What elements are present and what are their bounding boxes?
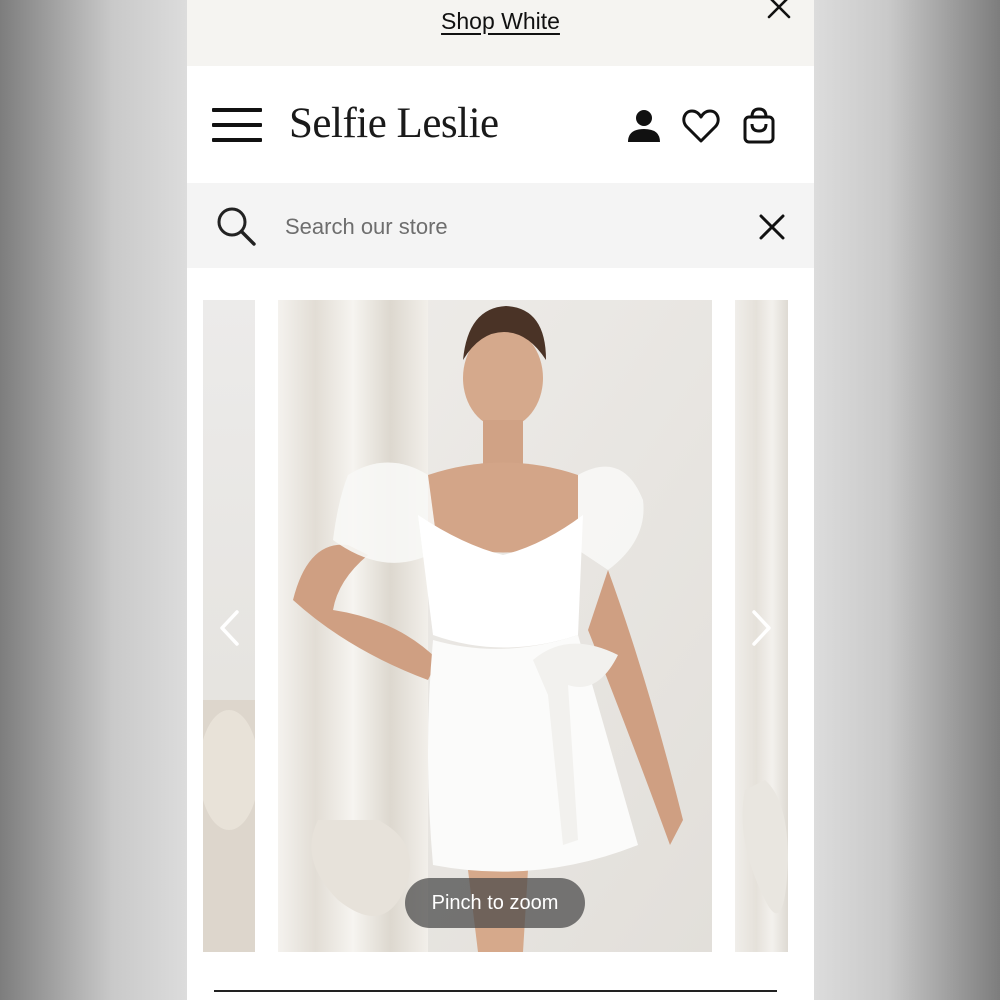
background-right xyxy=(814,0,1000,1000)
next-arrow-icon[interactable] xyxy=(750,608,774,648)
site-header: Selfie Leslie xyxy=(187,66,814,183)
account-icon[interactable] xyxy=(624,106,664,146)
product-photo-white-lace-mini-dress[interactable] xyxy=(278,300,712,952)
pinch-to-zoom-hint: Pinch to zoom xyxy=(405,878,585,928)
announcement-bar: Shop White xyxy=(187,0,814,66)
site-logo[interactable]: Selfie Leslie xyxy=(289,99,499,148)
background-left xyxy=(0,0,187,1000)
product-image-carousel[interactable] xyxy=(187,300,814,952)
close-icon[interactable] xyxy=(766,0,792,20)
menu-icon[interactable] xyxy=(212,108,262,142)
search-icon[interactable] xyxy=(215,205,257,247)
divider xyxy=(214,990,777,992)
mobile-page: Shop White Selfie Leslie Search our stor… xyxy=(187,0,814,1000)
search-bar xyxy=(187,183,814,268)
previous-arrow-icon[interactable] xyxy=(217,608,241,648)
wishlist-heart-icon[interactable] xyxy=(681,106,721,146)
shop-white-link[interactable]: Shop White xyxy=(187,8,814,35)
clear-search-icon[interactable] xyxy=(758,213,786,241)
cart-bag-icon[interactable] xyxy=(739,106,779,146)
search-input[interactable] xyxy=(283,207,727,247)
